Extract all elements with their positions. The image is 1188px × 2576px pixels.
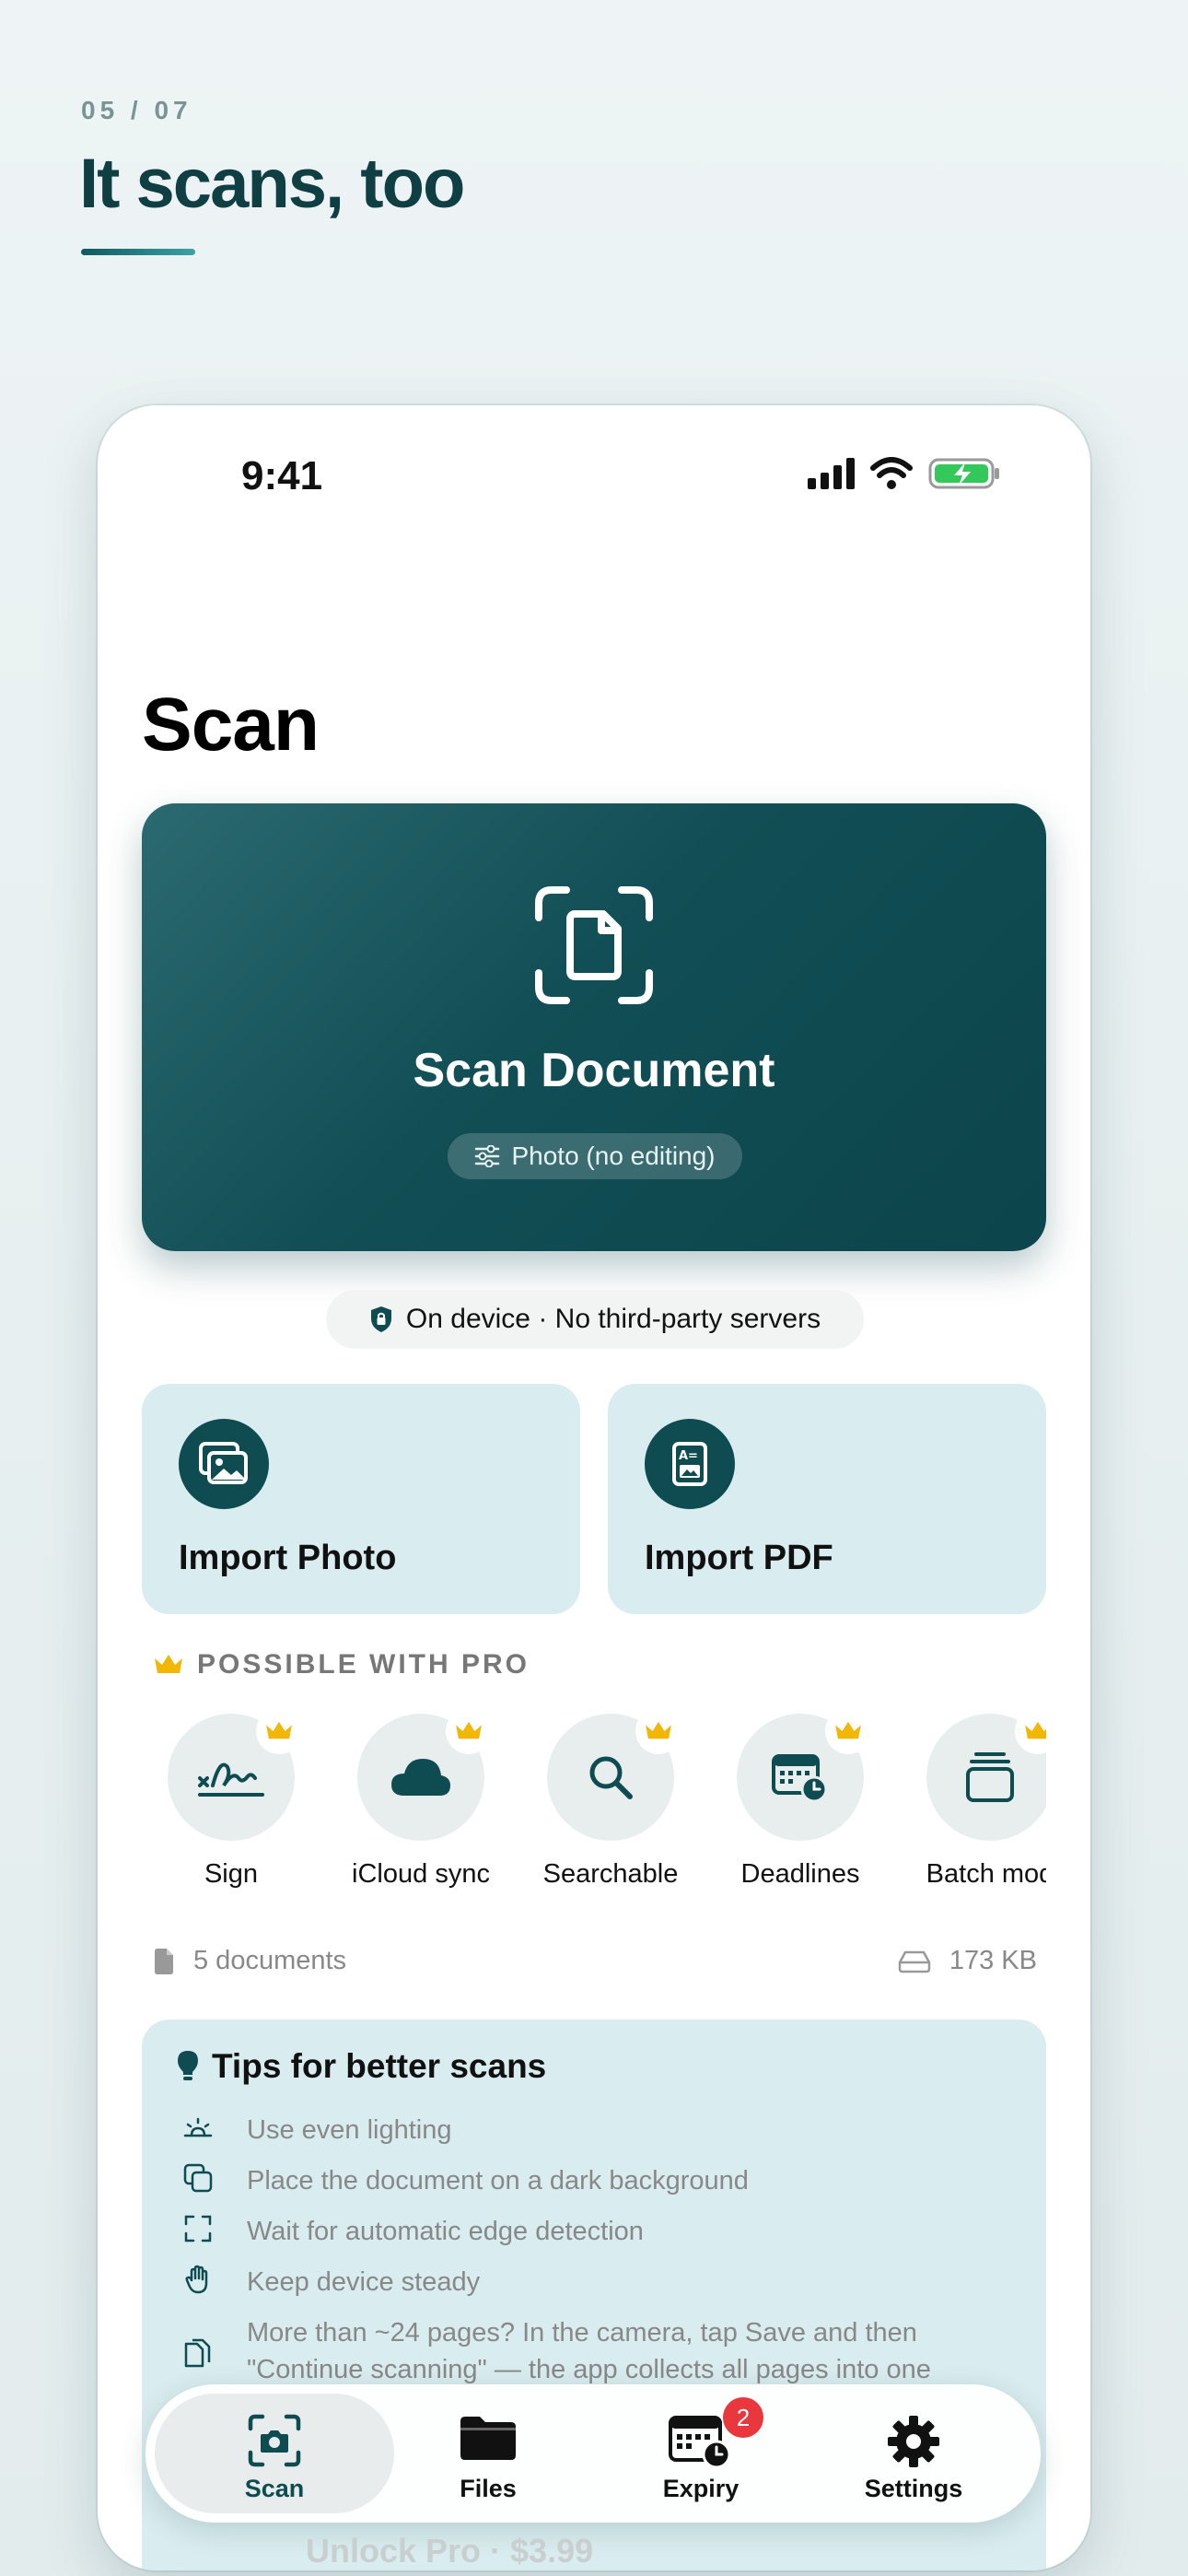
folder-icon (460, 2417, 516, 2460)
pro-feature-searchable[interactable]: Searchable (518, 1714, 703, 1890)
tab-scan[interactable]: Scan (155, 2394, 394, 2513)
battery-charging-icon (928, 458, 999, 489)
tip-item: Wait for automatic edge detection (182, 2213, 1011, 2250)
tips-title-label: Tips for better scans (212, 2047, 547, 2085)
scan-mode-label: Photo (no editing) (511, 1142, 716, 1170)
tab-expiry[interactable]: 2 Expiry (581, 2394, 821, 2513)
cellular-signal-icon (808, 458, 855, 489)
wifi-icon (870, 457, 913, 489)
import-photo-label: Import Photo (179, 1539, 397, 1577)
signature-icon (198, 1762, 264, 1797)
sliders-icon (475, 1145, 500, 1167)
storage-size-label: 173 KB (949, 1946, 1037, 1975)
status-time: 9:41 (241, 453, 323, 498)
calendar-clock-icon (772, 1754, 828, 1802)
pro-feature-label: Batch mod (926, 1859, 1046, 1889)
tip-text: Keep device steady (247, 2267, 481, 2297)
import-photo-button[interactable]: Import Photo (142, 1384, 580, 1614)
shield-lock-icon (370, 1306, 391, 1332)
hero-underline (81, 249, 195, 255)
tab-bar: Scan Files 2 Expiry Settings (146, 2384, 1041, 2523)
crown-icon (155, 1655, 182, 1673)
drive-icon (898, 1950, 931, 1973)
tip-item: Place the document on a dark background (182, 2162, 1011, 2199)
tip-item: More than ~24 pages? In the camera, tap … (182, 2314, 1011, 2388)
hero-counter: 05 / 07 (81, 96, 192, 124)
tab-label: Expiry (662, 2475, 740, 2502)
gear-icon (888, 2416, 939, 2467)
scan-document-title: Scan Document (413, 1044, 775, 1097)
camera-viewfinder-icon (248, 2414, 301, 2467)
status-icons (808, 457, 1002, 490)
pro-features-carousel[interactable]: Sign iCloud sync Searchable Deadlines Ba… (98, 1714, 1046, 1898)
tab-settings[interactable]: Settings (794, 2394, 1033, 2513)
storage-size: 173 KB (898, 1946, 1037, 1976)
pro-feature-label: Deadlines (740, 1859, 860, 1889)
tab-label: Settings (864, 2475, 963, 2502)
documents-count-label: 5 documents (193, 1946, 347, 1975)
tip-text: More than ~24 pages? In the camera, tap … (247, 2318, 931, 2384)
pro-feature-label: Sign (204, 1859, 259, 1889)
pro-crown-icon (635, 1714, 681, 1754)
pdf-document-icon: A= (645, 1419, 735, 1509)
pages-icon (184, 2338, 211, 2368)
pro-feature-label: iCloud sync (352, 1859, 490, 1889)
pro-feature-deadlines[interactable]: Deadlines (708, 1714, 892, 1890)
screen-title: Scan (142, 683, 320, 767)
pro-crown-icon (446, 1714, 492, 1754)
privacy-label: On device · No third-party servers (405, 1304, 821, 1334)
expiry-badge: 2 (723, 2397, 763, 2438)
light-icon (183, 2117, 213, 2137)
import-pdf-button[interactable]: A= Import PDF (608, 1384, 1046, 1614)
hero-title: It scans, too (79, 145, 465, 223)
pro-feature-label: Searchable (542, 1859, 679, 1889)
scan-mode-chip[interactable]: Photo (no editing) (448, 1133, 742, 1179)
magnifier-icon (589, 1756, 633, 1799)
pro-header-label: POSSIBLE WITH PRO (197, 1649, 530, 1680)
document-icon (155, 1948, 173, 1974)
tab-label: Files (460, 2475, 517, 2502)
tip-item: Keep device steady (182, 2264, 1011, 2301)
pro-section-header: POSSIBLE WITH PRO (153, 1649, 530, 1680)
scan-document-button[interactable]: Scan Document Photo (no editing) (142, 803, 1046, 1251)
pro-crown-icon (825, 1714, 871, 1754)
hand-icon (185, 2265, 208, 2294)
privacy-badge: On device · No third-party servers (326, 1290, 864, 1349)
tip-text: Wait for automatic edge detection (247, 2217, 644, 2246)
pro-feature-batch-mode[interactable]: Batch mod (898, 1714, 1046, 1890)
pro-crown-icon (256, 1714, 302, 1754)
pro-crown-icon (1015, 1714, 1046, 1754)
import-pdf-label: Import PDF (645, 1539, 833, 1577)
tip-item: Use even lighting (182, 2112, 1011, 2149)
svg-text:A=: A= (679, 1449, 698, 1463)
documents-count: 5 documents (153, 1946, 346, 1976)
lightbulb-icon (178, 2051, 198, 2080)
tips-title: Tips for better scans (177, 2047, 546, 2086)
tip-text: Use even lighting (247, 2115, 452, 2145)
stack-icon (966, 1752, 1014, 1802)
phone-frame: 9:41 Scan Scan Document Photo (no editin… (98, 405, 1090, 2570)
corners-icon (184, 2215, 212, 2242)
cloud-icon (391, 1759, 450, 1796)
tip-text: Place the document on a dark background (247, 2166, 749, 2195)
copy-icon (183, 2163, 213, 2193)
pro-feature-icloud-sync[interactable]: iCloud sync (329, 1714, 513, 1890)
pro-feature-sign[interactable]: Sign (139, 1714, 323, 1890)
unlock-pro-button[interactable]: Unlock Pro · $3.99 (306, 2532, 593, 2570)
tab-files[interactable]: Files (368, 2394, 608, 2513)
photo-stack-icon (179, 1419, 269, 1509)
tab-label: Scan (244, 2475, 305, 2502)
document-scanner-icon (535, 886, 653, 1004)
